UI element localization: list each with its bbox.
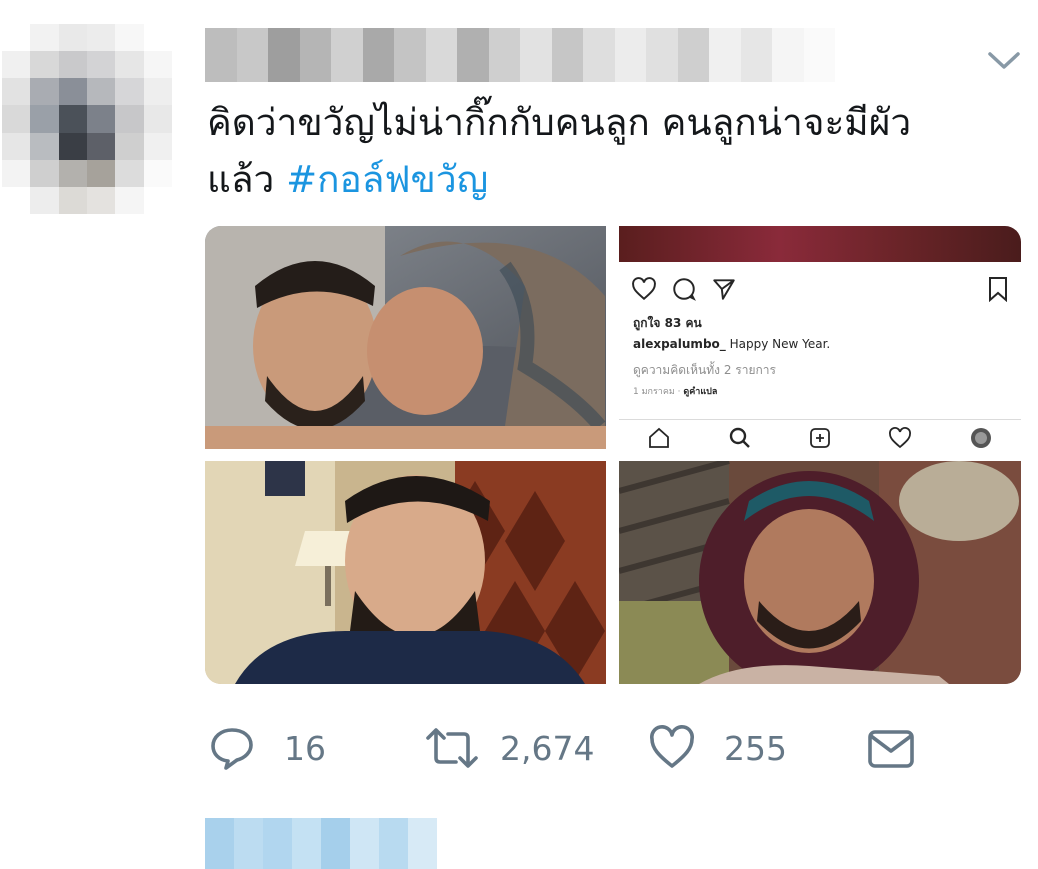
photo-4[interactable] bbox=[619, 461, 1021, 684]
avatar[interactable] bbox=[2, 24, 172, 214]
ig-date: 1 มกราคม bbox=[633, 387, 675, 397]
ig-comment-icon bbox=[673, 278, 696, 301]
ig-search-icon bbox=[729, 427, 750, 448]
media-grid: ถูกใจ 83 คน alexpalumbo_ Happy New Year.… bbox=[205, 226, 1021, 684]
retweet-icon bbox=[426, 728, 478, 768]
like-count: 255 bbox=[724, 728, 787, 768]
chevron-down-icon[interactable] bbox=[986, 48, 1022, 74]
ig-view-comments: ดูความคิดเห็นทั้ง 2 รายการ bbox=[633, 363, 776, 377]
blurred-link[interactable] bbox=[205, 818, 437, 869]
retweet-count: 2,674 bbox=[500, 728, 595, 768]
reply-button[interactable]: 16 bbox=[208, 720, 326, 776]
like-button[interactable]: 255 bbox=[648, 720, 787, 776]
retweet-button[interactable]: 2,674 bbox=[424, 720, 594, 776]
ig-bookmark-icon bbox=[989, 277, 1007, 302]
photo-3[interactable] bbox=[205, 461, 606, 684]
ig-meta: 1 มกราคม · ดูคำแปล bbox=[633, 384, 717, 398]
ig-profile-icon bbox=[970, 428, 991, 448]
envelope-icon bbox=[868, 730, 914, 768]
ig-caption: alexpalumbo_ Happy New Year. bbox=[633, 337, 830, 351]
tweet-text-line1: คิดว่าขวัญไม่น่ากิ๊กกับคนลูก คนลูกน่าจะม… bbox=[207, 101, 912, 144]
reply-count: 16 bbox=[284, 728, 326, 768]
ig-username: alexpalumbo_ bbox=[633, 337, 726, 351]
tweet-text-line2: แล้ว bbox=[207, 158, 287, 201]
photo-2-instagram-screenshot[interactable]: ถูกใจ 83 คน alexpalumbo_ Happy New Year.… bbox=[619, 226, 1021, 449]
ig-activity-icon bbox=[889, 427, 912, 449]
tweet-text: คิดว่าขวัญไม่น่ากิ๊กกับคนลูก คนลูกน่าจะม… bbox=[207, 94, 1007, 208]
ig-share-icon bbox=[713, 279, 735, 300]
tweet-actions: 16 2,674 255 bbox=[0, 720, 1038, 776]
ig-home-icon bbox=[649, 427, 670, 448]
ig-caption-text: Happy New Year. bbox=[725, 337, 831, 351]
ig-likes: ถูกใจ 83 คน bbox=[633, 316, 702, 330]
reply-icon bbox=[211, 728, 253, 770]
heart-icon bbox=[650, 725, 694, 768]
photo-1[interactable] bbox=[205, 226, 606, 449]
ig-translate: ดูคำแปล bbox=[683, 387, 718, 397]
hashtag-link[interactable]: #กอล์ฟขวัญ bbox=[286, 158, 488, 201]
divider bbox=[619, 419, 1021, 420]
direct-message-button[interactable] bbox=[866, 720, 916, 776]
instagram-photo-strip bbox=[619, 226, 1021, 262]
ig-heart-icon bbox=[632, 277, 656, 301]
author-name[interactable] bbox=[205, 28, 835, 82]
ig-add-icon bbox=[810, 428, 830, 448]
